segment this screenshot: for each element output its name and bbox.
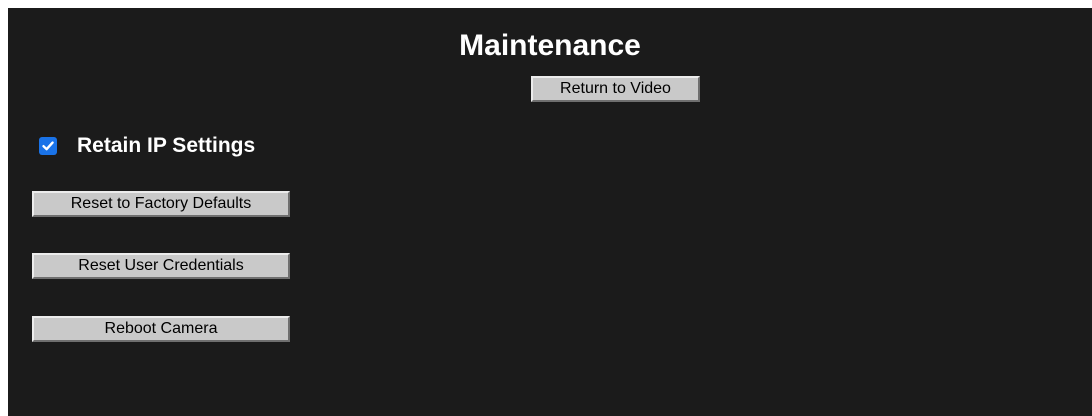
maintenance-panel: Maintenance Return to Video Retain IP Se… — [8, 8, 1092, 416]
retain-ip-label: Retain IP Settings — [77, 134, 256, 157]
page-title: Maintenance — [459, 29, 641, 62]
retain-ip-row[interactable]: Retain IP Settings — [39, 135, 255, 157]
return-to-video-button[interactable]: Return to Video — [531, 76, 700, 102]
reset-user-credentials-button[interactable]: Reset User Credentials — [32, 253, 290, 279]
reboot-camera-button[interactable]: Reboot Camera — [32, 316, 290, 342]
checkmark-icon — [42, 141, 54, 151]
reset-factory-defaults-button[interactable]: Reset to Factory Defaults — [32, 191, 290, 217]
retain-ip-checkbox[interactable] — [39, 137, 57, 155]
